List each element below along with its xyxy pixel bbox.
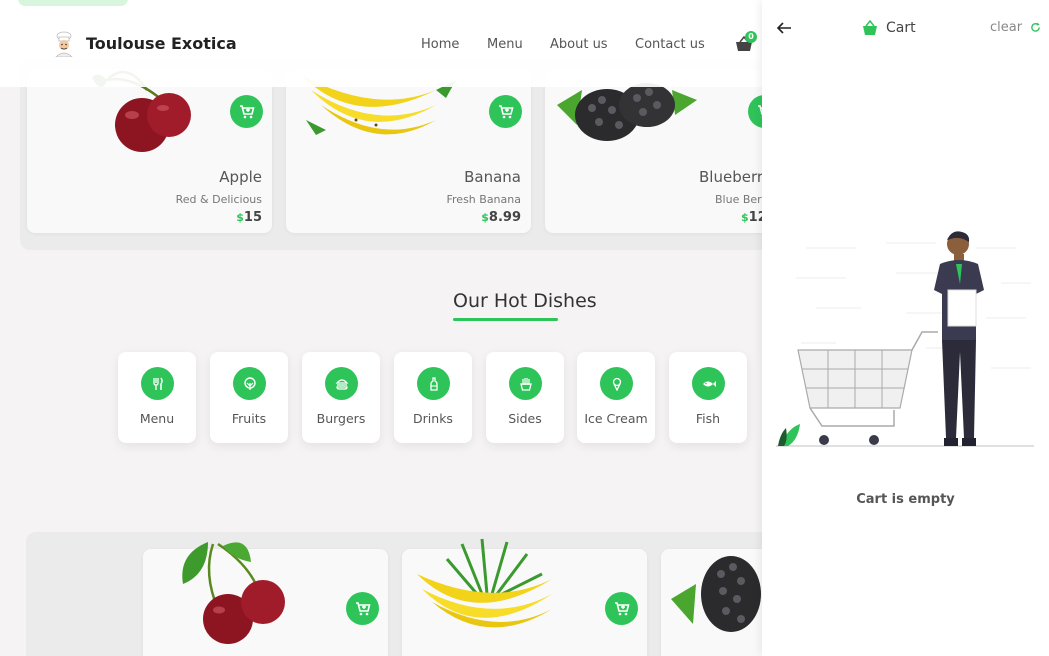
category-label: Drinks bbox=[413, 411, 453, 426]
product-description: Red & Delicious bbox=[175, 193, 262, 206]
add-to-cart-button[interactable] bbox=[489, 95, 522, 128]
category-fish[interactable]: Fish bbox=[669, 352, 747, 443]
category-label: Burgers bbox=[316, 411, 366, 426]
category-sides[interactable]: Sides bbox=[486, 352, 564, 443]
price-currency: $ bbox=[481, 211, 489, 224]
product-price: $15 bbox=[236, 210, 262, 225]
cart-plus-icon bbox=[355, 601, 371, 615]
clear-cart-button[interactable]: clear bbox=[990, 20, 1022, 35]
category-label: Fruits bbox=[231, 411, 267, 426]
product-price: $8.99 bbox=[481, 210, 521, 225]
product-card bbox=[143, 542, 388, 656]
cart-plus-icon bbox=[614, 601, 630, 615]
category-burgers[interactable]: Burgers bbox=[302, 352, 380, 443]
product-description: Blue Beri bbox=[715, 193, 765, 206]
product-title: Blueberri bbox=[699, 168, 768, 186]
burger-icon bbox=[325, 367, 358, 400]
category-label: Sides bbox=[508, 411, 542, 426]
cart-empty-text: Cart is empty bbox=[856, 492, 955, 507]
nav-contact[interactable]: Contact us bbox=[635, 37, 705, 52]
category-ice-cream[interactable]: Ice Cream bbox=[577, 352, 655, 443]
fork-knife-icon bbox=[141, 367, 174, 400]
add-to-cart-button[interactable] bbox=[605, 592, 638, 625]
cart-drawer: Cart clear Cart is empty bbox=[762, 0, 1049, 656]
section-title: Our Hot Dishes bbox=[453, 290, 597, 312]
category-fruits[interactable]: Fruits bbox=[210, 352, 288, 443]
price-currency: $ bbox=[236, 211, 244, 224]
category-label: Fish bbox=[695, 411, 721, 426]
ice-cream-icon bbox=[600, 367, 633, 400]
fries-icon bbox=[509, 367, 542, 400]
empty-cart-illustration bbox=[776, 231, 1034, 447]
tree-icon bbox=[233, 367, 266, 400]
category-menu[interactable]: Menu bbox=[118, 352, 196, 443]
refresh-icon[interactable] bbox=[1030, 22, 1041, 33]
add-to-cart-button[interactable] bbox=[346, 592, 379, 625]
nav-home[interactable]: Home bbox=[421, 37, 459, 52]
cart-plus-icon bbox=[239, 104, 255, 118]
product-title: Banana bbox=[464, 168, 521, 186]
product-card bbox=[402, 538, 647, 656]
price-value: 15 bbox=[243, 210, 262, 225]
cart-plus-icon bbox=[498, 104, 514, 118]
brand-name[interactable]: Toulouse Exotica bbox=[86, 34, 237, 53]
add-to-cart-button[interactable] bbox=[230, 95, 263, 128]
cherry-image bbox=[182, 542, 285, 644]
section-underline bbox=[453, 318, 558, 321]
category-label: Ice Cream bbox=[584, 411, 648, 426]
blackberry-image bbox=[671, 556, 761, 632]
price-value: 8.99 bbox=[488, 210, 521, 225]
bottle-icon bbox=[417, 367, 450, 400]
product-card: Blueberri Blue Beri $12 bbox=[545, 70, 790, 233]
category-label: Menu bbox=[139, 411, 175, 426]
banana-image bbox=[417, 538, 552, 628]
product-card: Banana Fresh Banana $8.99 bbox=[286, 70, 531, 233]
category-drinks[interactable]: Drinks bbox=[394, 352, 472, 443]
product-title: Apple bbox=[219, 168, 262, 186]
cart-title: Cart bbox=[886, 20, 916, 36]
price-currency: $ bbox=[741, 211, 749, 224]
nav-menu[interactable]: Menu bbox=[487, 37, 523, 52]
product-card: Apple Red & Delicious $15 bbox=[27, 70, 272, 233]
header-accent-tab bbox=[18, 0, 128, 6]
product-description: Fresh Banana bbox=[446, 193, 522, 206]
back-arrow-icon[interactable] bbox=[776, 20, 792, 36]
nav-about[interactable]: About us bbox=[550, 37, 608, 52]
basket-icon bbox=[863, 20, 877, 35]
chef-logo-icon bbox=[55, 31, 73, 57]
fish-icon bbox=[692, 367, 725, 400]
cart-count-badge: 0 bbox=[745, 31, 757, 43]
